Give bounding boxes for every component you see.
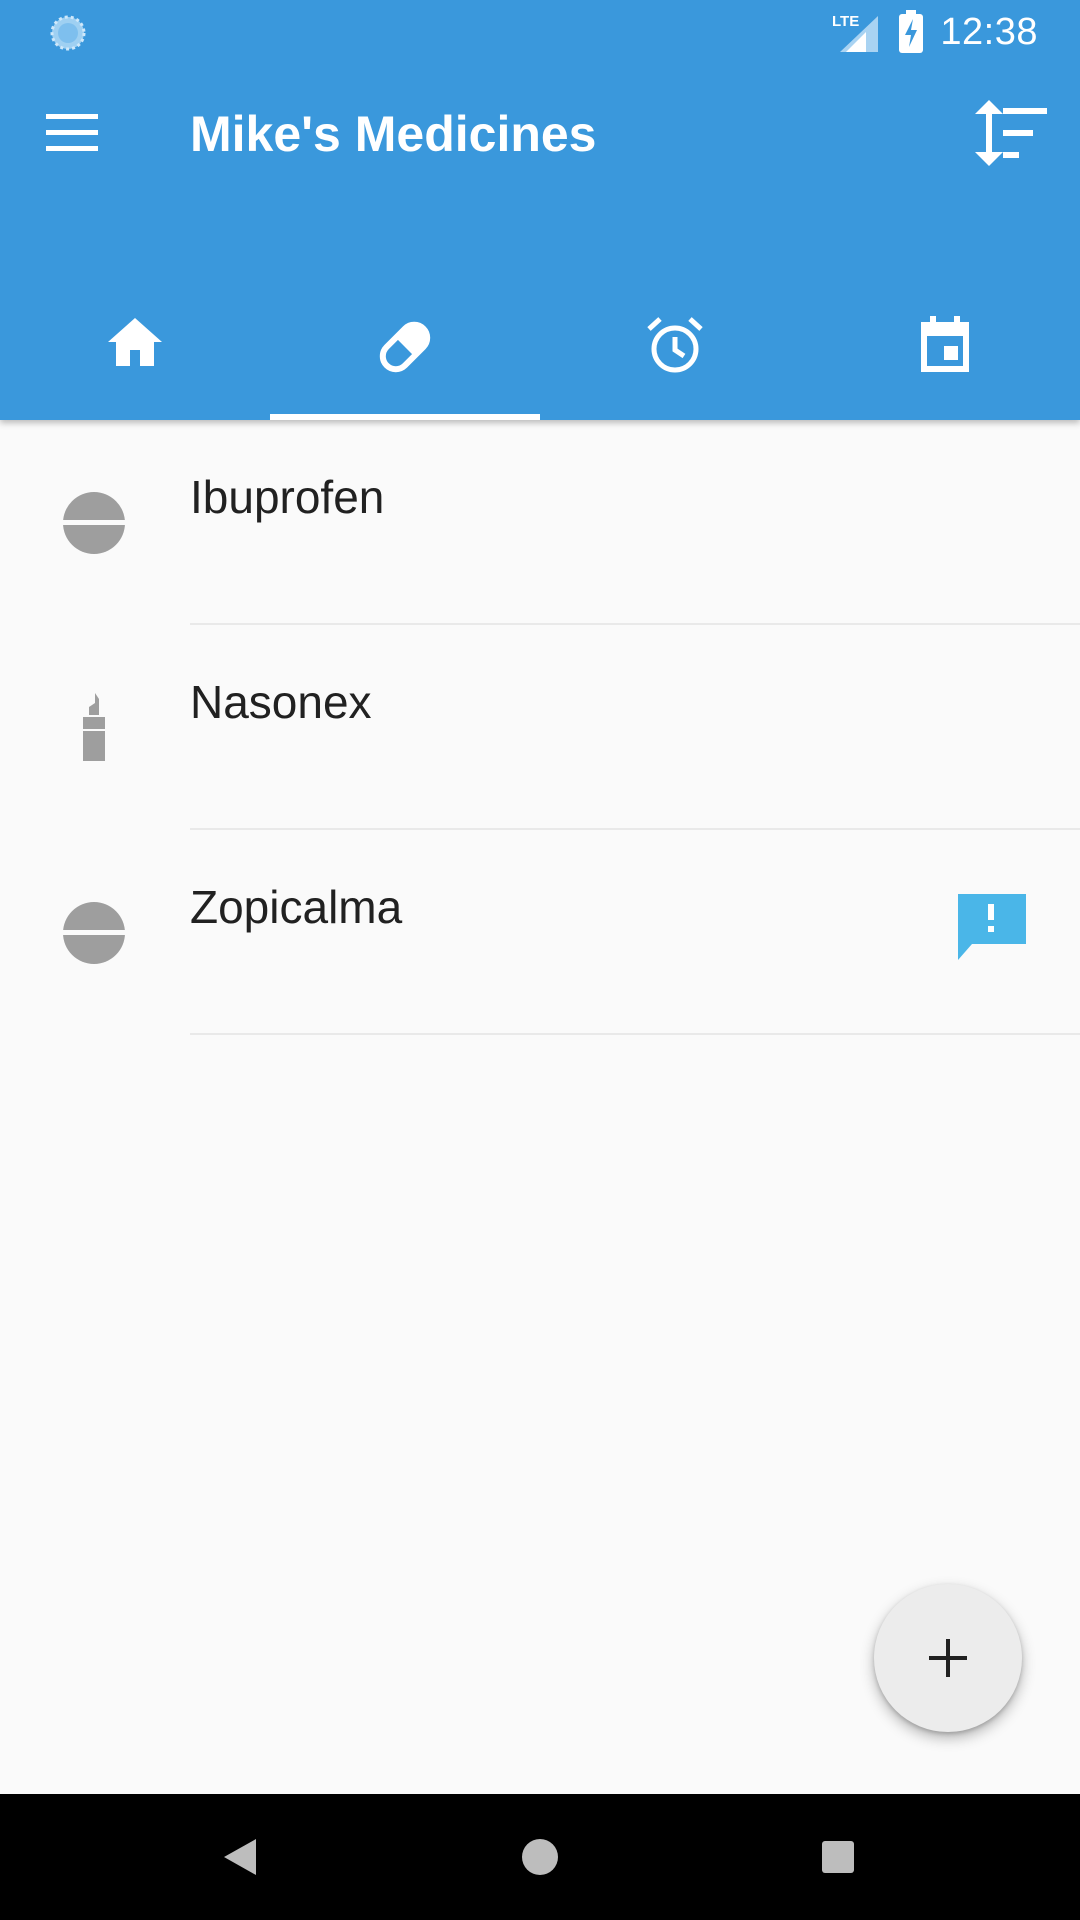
tablet-icon: [62, 902, 126, 964]
list-item[interactable]: Zopicalma: [0, 830, 1080, 1035]
menu-button[interactable]: [36, 97, 108, 169]
status-bar: LTE 12:38: [0, 0, 1080, 63]
back-icon: [224, 1839, 256, 1875]
home-icon: [108, 318, 162, 366]
sort-button[interactable]: [968, 91, 1054, 175]
toolbar: Mike's Medicines: [0, 63, 1080, 210]
tab-medicines[interactable]: [270, 286, 540, 420]
pill-icon: [379, 321, 431, 373]
plus-icon: [929, 1639, 967, 1677]
add-medicine-button[interactable]: [874, 1584, 1022, 1732]
home-nav-icon: [522, 1839, 558, 1875]
medicine-list: Ibuprofen Nasonex Zopicalma: [0, 420, 1080, 1035]
medicine-name: Nasonex: [190, 676, 372, 728]
divider: [190, 1033, 1080, 1035]
alarm-icon: [647, 317, 703, 373]
tab-calendar[interactable]: [810, 286, 1080, 420]
list-item[interactable]: Ibuprofen: [0, 420, 1080, 625]
home-nav-button[interactable]: [510, 1827, 570, 1887]
medicine-name: Zopicalma: [190, 881, 403, 933]
battery-charging-icon: [899, 10, 924, 53]
recents-button[interactable]: [808, 1827, 868, 1887]
app-bar: LTE 12:38 Mike's Medicines: [0, 0, 1080, 420]
list-item[interactable]: Nasonex: [0, 625, 1080, 830]
system-nav-bar: [0, 1794, 1080, 1920]
lte-signal-icon: LTE: [832, 13, 879, 52]
tab-selected-indicator: [270, 414, 540, 420]
status-time: 12:38: [940, 10, 1038, 53]
nasal-spray-icon: [83, 693, 105, 761]
menu-icon: [46, 114, 98, 151]
network-label: LTE: [832, 13, 859, 30]
sort-icon: [975, 100, 1047, 166]
tab-reminders[interactable]: [540, 286, 810, 420]
back-button[interactable]: [210, 1827, 270, 1887]
recents-icon: [822, 1841, 854, 1873]
note-alert-icon[interactable]: [952, 888, 1030, 966]
page-title: Mike's Medicines: [190, 106, 597, 162]
calendar-icon: [921, 316, 969, 372]
tab-home[interactable]: [0, 286, 270, 420]
tablet-icon: [62, 492, 126, 554]
tab-bar: [0, 286, 1080, 420]
medicine-name: Ibuprofen: [190, 471, 385, 523]
loading-icon: [50, 15, 86, 51]
